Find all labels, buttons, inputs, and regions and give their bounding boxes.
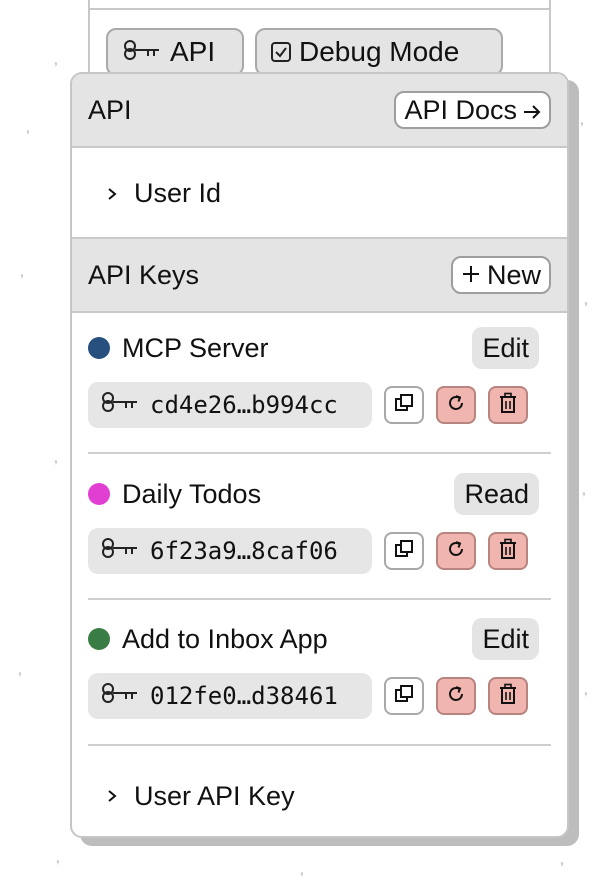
- user-id-expander[interactable]: User Id: [72, 150, 567, 237]
- copy-key-button[interactable]: [384, 386, 424, 424]
- key-value-field: 6f23a9…8caf06: [88, 528, 372, 574]
- new-key-button[interactable]: New: [450, 256, 551, 294]
- permission-badge[interactable]: Edit: [472, 618, 539, 660]
- key-value-field: cd4e26…b994cc: [88, 382, 372, 428]
- key-color-dot: [88, 628, 110, 650]
- api-key-row: MCP Server Edit cd4e26…b994cc: [88, 327, 551, 438]
- refresh-icon: [446, 684, 466, 709]
- api-keys-section-header: API Keys New: [72, 237, 567, 313]
- debug-mode-label: Debug Mode: [299, 36, 460, 67]
- api-keys-title: API Keys: [88, 259, 200, 290]
- key-name: Daily Todos: [122, 478, 262, 509]
- api-toggle-button[interactable]: API: [106, 28, 244, 76]
- copy-key-button[interactable]: [384, 532, 424, 570]
- trash-icon: [498, 683, 518, 710]
- permission-badge[interactable]: Edit: [472, 327, 539, 369]
- row-divider: [88, 452, 551, 454]
- api-popover: API API Docs User Id API Keys New MCP Se…: [70, 72, 569, 838]
- chevron-right-icon: [106, 187, 118, 200]
- chevron-right-icon: [106, 790, 118, 802]
- user-id-label: User Id: [134, 178, 222, 208]
- checkbox-checked-icon: [271, 42, 291, 62]
- api-key-row: Daily Todos Read 6f23a9…8caf06: [88, 473, 551, 584]
- api-key-row: Add to Inbox App Edit 012fe0…d38461: [88, 618, 551, 729]
- refresh-icon: [446, 393, 466, 418]
- delete-key-button[interactable]: [488, 677, 528, 715]
- regenerate-key-button[interactable]: [436, 677, 476, 715]
- api-toggle-label: API: [170, 36, 216, 67]
- key-icon: [100, 682, 140, 710]
- copy-key-button[interactable]: [384, 677, 424, 715]
- delete-key-button[interactable]: [488, 386, 528, 424]
- key-value: 6f23a9…8caf06: [150, 537, 338, 565]
- key-icon: [122, 36, 162, 68]
- regenerate-key-button[interactable]: [436, 386, 476, 424]
- key-color-dot: [88, 483, 110, 505]
- copy-icon: [394, 539, 414, 564]
- trash-icon: [498, 392, 518, 419]
- plus-icon: [461, 260, 481, 291]
- copy-icon: [394, 684, 414, 709]
- new-key-label: New: [486, 259, 541, 290]
- refresh-icon: [446, 539, 466, 564]
- row-divider: [88, 598, 551, 600]
- key-name: MCP Server: [122, 332, 269, 363]
- row-divider: [88, 744, 551, 746]
- arrow-right-icon: [523, 95, 541, 126]
- background-divider: [90, 8, 549, 10]
- key-icon: [100, 537, 140, 565]
- api-section-header: API API Docs: [72, 74, 567, 148]
- key-value: 012fe0…d38461: [150, 682, 338, 710]
- api-docs-label: API Docs: [404, 94, 517, 125]
- api-section-title: API: [88, 94, 132, 125]
- debug-mode-button[interactable]: Debug Mode: [255, 28, 503, 76]
- key-icon: [100, 391, 140, 419]
- regenerate-key-button[interactable]: [436, 532, 476, 570]
- user-api-key-expander[interactable]: User API Key: [72, 758, 567, 834]
- key-color-dot: [88, 337, 110, 359]
- delete-key-button[interactable]: [488, 532, 528, 570]
- key-value-field: 012fe0…d38461: [88, 673, 372, 719]
- api-docs-button[interactable]: API Docs: [394, 91, 551, 129]
- key-value: cd4e26…b994cc: [150, 391, 338, 419]
- trash-icon: [498, 538, 518, 565]
- key-name: Add to Inbox App: [122, 623, 328, 654]
- copy-icon: [394, 393, 414, 418]
- permission-badge[interactable]: Read: [454, 473, 539, 515]
- user-api-key-label: User API Key: [134, 780, 295, 811]
